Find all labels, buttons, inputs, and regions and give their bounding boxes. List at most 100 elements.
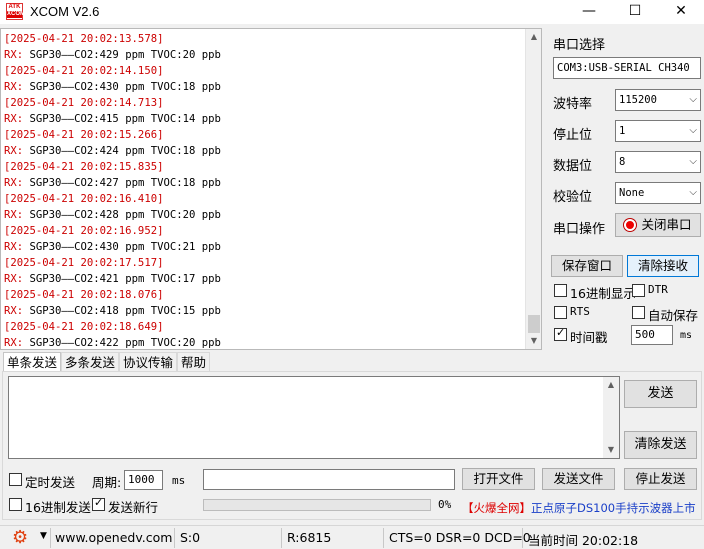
scroll-up-icon[interactable]: ▲ [526, 29, 541, 45]
receive-scrollbar[interactable]: ▲ ▼ [525, 29, 541, 349]
parity-label: 校验位 [553, 190, 593, 205]
timestamp-text: [2025-04-21 20:02:14.150] [4, 65, 164, 77]
baud-select[interactable]: 115200 ⌵ [615, 89, 701, 111]
current-time: 当前时间 20:02:18 [528, 533, 639, 548]
tab-help[interactable]: 帮助 [177, 352, 211, 372]
rx-prefix: RX: [4, 145, 24, 157]
close-button[interactable]: ✕ [658, 0, 704, 24]
rx-message: SGP30——CO2:415 ppm TVOC:14 ppb [23, 113, 221, 125]
rx-message: SGP30——CO2:430 ppm TVOC:18 ppb [23, 81, 221, 93]
tab-single-send[interactable]: 单条发送 [3, 352, 62, 372]
parity-select[interactable]: None ⌵ [615, 182, 701, 204]
timestamp-checkbox[interactable] [554, 326, 567, 341]
receive-line: [2025-04-21 20:02:16.952] [4, 223, 524, 239]
rx-prefix: RX: [4, 209, 24, 221]
clear-receive-button[interactable]: 清除接收 [627, 255, 699, 277]
dtr-label: DTR [648, 283, 668, 296]
timestamp-text: [2025-04-21 20:02:18.076] [4, 289, 164, 301]
timestamp-text: [2025-04-21 20:02:15.266] [4, 129, 164, 141]
receive-line: RX: SGP30——CO2:415 ppm TVOC:14 ppb [4, 111, 524, 127]
receive-area[interactable]: [2025-04-21 20:02:13.578] RX: SGP30——CO2:… [0, 28, 542, 350]
receive-line: [2025-04-21 20:02:16.410] [4, 191, 524, 207]
send-button[interactable]: 发送 [624, 380, 697, 408]
period-label: 周期: [92, 475, 122, 490]
hex-send-label: 16进制发送 [25, 500, 91, 515]
tab-multi-send[interactable]: 多条发送 [61, 352, 120, 372]
stop-bits-label: 停止位 [553, 128, 593, 143]
receive-line: RX: SGP30——CO2:418 ppm TVOC:15 ppb [4, 303, 524, 319]
rx-message: SGP30——CO2:418 ppm TVOC:15 ppb [23, 305, 221, 317]
timestamp-text: [2025-04-21 20:02:16.410] [4, 193, 164, 205]
rx-prefix: RX: [4, 113, 24, 125]
stop-send-button[interactable]: 停止发送 [624, 468, 697, 490]
line-status: CTS=0 DSR=0 DCD=0 [389, 530, 531, 545]
chevron-down-icon: ⌵ [689, 125, 697, 136]
send-input[interactable]: ▲ ▼ [8, 376, 620, 459]
rx-prefix: RX: [4, 177, 24, 189]
rx-message: SGP30——CO2:428 ppm TVOC:20 ppb [23, 209, 221, 221]
port-op-label: 串口操作 [553, 222, 606, 237]
port-select-value: COM3:USB-SERIAL CH340 [557, 62, 690, 74]
xcom-window: ATK XCOM XCOM V2.6 — ☐ ✕ [2025-04-21 20:… [0, 0, 704, 549]
receive-line: RX: SGP30——CO2:430 ppm TVOC:21 ppb [4, 239, 524, 255]
website-link[interactable]: www.openedv.com [55, 530, 172, 545]
close-port-button[interactable]: 关闭串口 [615, 213, 701, 237]
hex-send-checkbox[interactable] [9, 498, 22, 511]
minimize-button[interactable]: — [566, 0, 612, 24]
send-file-button[interactable]: 发送文件 [542, 468, 615, 490]
auto-save-checkbox[interactable] [632, 306, 645, 319]
timestamp-text: [2025-04-21 20:02:14.713] [4, 97, 164, 109]
maximize-button[interactable]: ☐ [612, 0, 658, 24]
chevron-down-icon: ⌵ [689, 187, 697, 198]
receive-lines: [2025-04-21 20:02:13.578] RX: SGP30——CO2:… [4, 31, 524, 349]
send-newline-checkbox[interactable] [92, 496, 105, 511]
scroll-down-icon[interactable]: ▼ [603, 442, 619, 458]
caret-down-icon[interactable]: ▼ [40, 531, 47, 541]
port-select[interactable]: COM3:USB-SERIAL CH340 [553, 57, 701, 79]
rx-message: SGP30——CO2:422 ppm TVOC:20 ppb [23, 337, 221, 349]
promo-link[interactable]: 【火爆全网】正点原子DS100手持示波器上市 [462, 500, 696, 516]
rx-prefix: RX: [4, 241, 24, 253]
gear-icon[interactable]: ⚙ [12, 527, 28, 548]
dtr-checkbox[interactable] [632, 284, 645, 297]
file-path-input[interactable] [203, 469, 455, 490]
open-file-button[interactable]: 打开文件 [462, 468, 535, 490]
rts-label: RTS [570, 305, 590, 318]
send-progress-bar [203, 499, 431, 511]
timestamp-text: [2025-04-21 20:02:13.578] [4, 33, 164, 45]
clear-send-button[interactable]: 清除发送 [624, 431, 697, 459]
receive-line: [2025-04-21 20:02:14.150] [4, 63, 524, 79]
received-count: R:6815 [287, 530, 332, 545]
period-input[interactable]: 1000 [124, 470, 163, 490]
hex-display-label: 16进制显示 [570, 286, 636, 301]
data-bits-select[interactable]: 8 ⌵ [615, 151, 701, 173]
receive-line: [2025-04-21 20:02:14.713] [4, 95, 524, 111]
scroll-thumb[interactable] [528, 315, 540, 333]
sent-count: S:0 [180, 530, 201, 545]
send-scrollbar[interactable]: ▲ ▼ [603, 377, 619, 458]
title-bar: ATK XCOM XCOM V2.6 — ☐ ✕ [0, 0, 704, 24]
period-ms-unit: ms [172, 474, 186, 487]
rx-prefix: RX: [4, 337, 24, 349]
hex-display-checkbox[interactable] [554, 284, 567, 297]
rx-prefix: RX: [4, 273, 24, 285]
save-window-button[interactable]: 保存窗口 [551, 255, 623, 277]
app-logo-icon: ATK XCOM [6, 3, 25, 20]
auto-save-label: 自动保存 [648, 308, 699, 323]
stop-bits-select[interactable]: 1 ⌵ [615, 120, 701, 142]
tab-protocol[interactable]: 协议传输 [119, 352, 178, 372]
receive-line: RX: SGP30——CO2:428 ppm TVOC:20 ppb [4, 207, 524, 223]
rx-prefix: RX: [4, 305, 24, 317]
timestamp-ms-input[interactable]: 500 [631, 325, 673, 345]
send-tabs: 单条发送 多条发送 协议传输 帮助 [3, 352, 211, 372]
send-newline-label: 发送新行 [108, 500, 159, 515]
scroll-down-icon[interactable]: ▼ [526, 333, 541, 349]
receive-line: RX: SGP30——CO2:429 ppm TVOC:20 ppb [4, 47, 524, 63]
rx-message: SGP30——CO2:427 ppm TVOC:18 ppb [23, 177, 221, 189]
timed-send-checkbox[interactable] [9, 473, 22, 486]
timestamp-text: [2025-04-21 20:02:16.952] [4, 225, 164, 237]
rts-checkbox[interactable] [554, 306, 567, 319]
scroll-up-icon[interactable]: ▲ [603, 377, 619, 393]
receive-line: RX: SGP30——CO2:421 ppm TVOC:17 ppb [4, 271, 524, 287]
receive-line: [2025-04-21 20:02:18.076] [4, 287, 524, 303]
